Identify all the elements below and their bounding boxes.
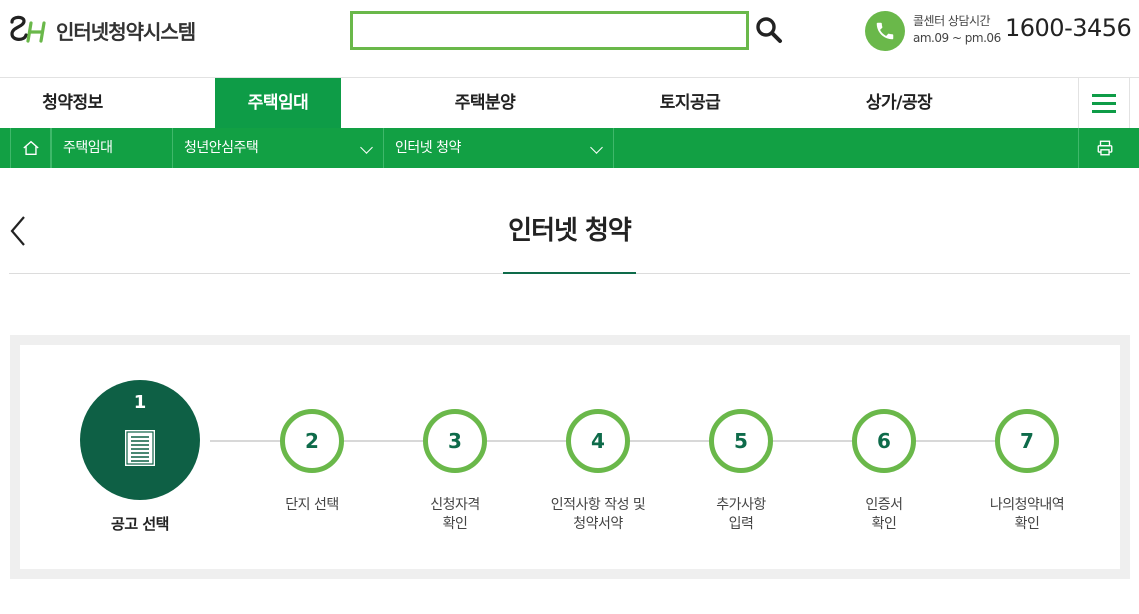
step-label-line: 나의청약내역 xyxy=(989,497,1065,513)
step-7-label: 나의청약내역 확인 xyxy=(957,496,1097,534)
step-3[interactable]: 3 xyxy=(423,409,487,473)
step-2-label: 단지 선택 xyxy=(242,496,382,515)
page-title: 인터넷 청약 xyxy=(508,216,632,246)
step-1-label: 공고 선택 xyxy=(111,515,169,533)
home-icon[interactable] xyxy=(10,128,51,168)
step-label-line: 인증서 xyxy=(865,497,903,513)
callcenter-label: 콜센터 상담시간 xyxy=(913,14,991,28)
chevron-down-icon xyxy=(360,141,373,154)
nav-item-housing-sale[interactable]: 주택분양 xyxy=(420,78,550,128)
nav-item-commercial-factory[interactable]: 상가/공장 xyxy=(833,78,965,128)
phone-number: 1600-3456 xyxy=(1005,14,1132,42)
steps-container: 1 공고 선택 2 단지 선택 3 신청자격 확인 4 인적사항 작성 및 청약… xyxy=(20,345,1120,569)
step-label-line: 추가사항 xyxy=(716,497,766,513)
logo-text: 인터넷청약시스템 xyxy=(56,19,196,44)
step-label-line: 단지 선택 xyxy=(285,497,339,513)
step-label-line: 확인 xyxy=(871,516,897,532)
callcenter-hours: am.09 ~ pm.06 xyxy=(913,31,1001,45)
step-4-label: 인적사항 작성 및 청약서약 xyxy=(528,496,668,534)
step-label-line: 신청자격 xyxy=(430,497,480,513)
location-bar: 주택임대 청년안심주택 인터넷 청약 xyxy=(0,128,1139,168)
sh-logo-icon xyxy=(10,15,46,43)
nav-item-rental-housing[interactable]: 주택임대 xyxy=(215,78,341,128)
step-2[interactable]: 2 xyxy=(280,409,344,473)
step-1-active[interactable]: 1 xyxy=(80,380,200,500)
breadcrumb-label: 청년안심주택 xyxy=(184,140,259,156)
site-logo[interactable]: 인터넷청약시스템 xyxy=(8,13,196,47)
step-label-line: 확인 xyxy=(442,516,468,532)
document-icon xyxy=(125,430,155,466)
chevron-down-icon xyxy=(590,141,603,154)
steps-panel: 1 공고 선택 2 단지 선택 3 신청자격 확인 4 인적사항 작성 및 청약… xyxy=(10,335,1130,579)
nav-item-land-supply[interactable]: 토지공급 xyxy=(625,78,755,128)
main-nav: 청약정보 주택임대 주택분양 토지공급 상가/공장 xyxy=(0,78,1139,128)
step-6[interactable]: 6 xyxy=(852,409,916,473)
callcenter-info: 콜센터 상담시간 am.09 ~ pm.06 xyxy=(913,13,1001,47)
step-label-line: 인적사항 작성 및 xyxy=(550,497,646,513)
search-box[interactable] xyxy=(350,11,749,50)
nav-item-subscription-info[interactable]: 청약정보 xyxy=(0,78,145,128)
step-number: 1 xyxy=(133,392,147,413)
breadcrumb-internet-subscription-select[interactable]: 인터넷 청약 xyxy=(383,128,614,168)
breadcrumb-rental-housing[interactable]: 주택임대 xyxy=(51,128,172,168)
step-6-label: 인증서 확인 xyxy=(814,496,954,534)
breadcrumb-label: 인터넷 청약 xyxy=(395,140,461,156)
search-input[interactable] xyxy=(353,14,746,47)
breadcrumb-youth-housing-select[interactable]: 청년안심주택 xyxy=(172,128,383,168)
printer-icon[interactable] xyxy=(1078,128,1130,168)
step-label-line: 확인 xyxy=(1014,516,1040,532)
phone-icon xyxy=(865,11,905,51)
search-icon[interactable] xyxy=(754,15,784,45)
step-4[interactable]: 4 xyxy=(566,409,630,473)
title-underline xyxy=(503,272,636,274)
site-header: 인터넷청약시스템 콜센터 상담시간 am.09 ~ pm.06 1600-345… xyxy=(0,0,1139,78)
step-5-label: 추가사항 입력 xyxy=(671,496,811,534)
step-3-label: 신청자격 확인 xyxy=(385,496,525,534)
step-label-line: 청약서약 xyxy=(573,516,623,532)
hamburger-icon[interactable] xyxy=(1078,78,1130,128)
step-5[interactable]: 5 xyxy=(709,409,773,473)
step-7[interactable]: 7 xyxy=(995,409,1059,473)
step-label-line: 입력 xyxy=(728,516,754,532)
breadcrumb-label: 주택임대 xyxy=(63,140,113,156)
